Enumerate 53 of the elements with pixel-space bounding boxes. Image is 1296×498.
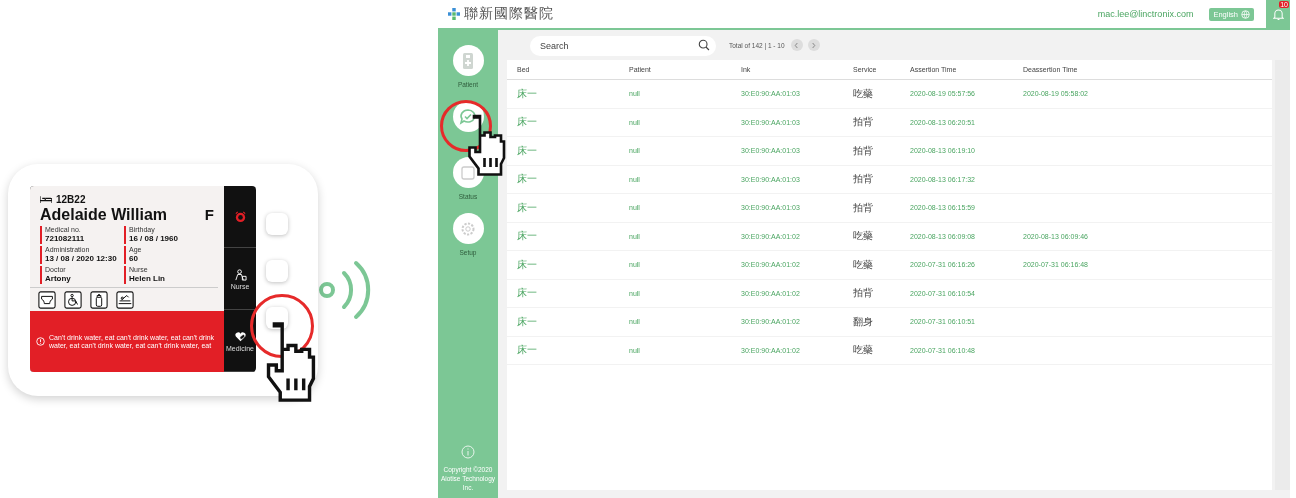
table-cell-text: 床一 <box>517 115 538 130</box>
table-cell-text: 床一 <box>517 172 538 187</box>
table-cell-text: 吃藥 <box>853 257 874 272</box>
table-cell-text: 床一 <box>517 286 538 301</box>
search-icon[interactable] <box>698 39 710 51</box>
bottle-icon <box>90 291 108 309</box>
table-cell-text: 床一 <box>517 200 538 215</box>
table-cell-text: 拍背 <box>853 143 874 158</box>
next-page-button[interactable] <box>807 39 820 51</box>
table-cell-text: 翻身 <box>853 314 874 329</box>
info-icon[interactable] <box>461 445 475 459</box>
user-email[interactable]: mac.lee@linctronix.com <box>1097 9 1194 19</box>
bed-icon <box>40 196 52 203</box>
table-cell-text: 拍背 <box>853 286 874 301</box>
chat-check-icon <box>458 106 478 127</box>
field-value: 60 <box>129 254 139 264</box>
field-value: 16 / 08 / 1960 <box>129 234 179 244</box>
bell-icon <box>1272 7 1284 21</box>
bed-number: 12B22 <box>56 194 86 205</box>
nurse-icon <box>233 267 247 281</box>
field-value: 721082111 <box>45 234 86 244</box>
table-cell-text: 吃藥 <box>853 229 874 244</box>
table-cell-text: 床一 <box>517 314 538 329</box>
patient-bed-icon <box>116 291 134 309</box>
alarm-icon <box>233 210 247 223</box>
field-value: 13 / 08 / 2020 12:30 <box>45 254 118 264</box>
diaper-icon <box>38 291 56 309</box>
table-cell-text: 床一 <box>517 143 538 158</box>
chevron-right-icon <box>811 41 817 49</box>
table-cell-text: 床一 <box>517 343 538 358</box>
heart-pill-icon <box>233 329 247 343</box>
table-cell-text: 吃藥 <box>853 86 874 101</box>
field-value: Artony <box>45 274 72 284</box>
table-cell-text: 床一 <box>517 257 538 272</box>
patient-nav-button[interactable] <box>452 45 484 76</box>
search-field[interactable]: Search <box>530 36 716 56</box>
wheelchair-icon <box>64 291 82 309</box>
previous-page-button[interactable] <box>790 39 803 51</box>
patient-sex: F <box>204 206 214 224</box>
patient-name: Adelaide William <box>40 206 167 224</box>
hospital-name: 聯新國際醫院 <box>464 5 554 23</box>
table-cell-text: 拍背 <box>853 200 874 215</box>
field-value: Helen Lin <box>129 274 166 284</box>
setup-nav-button[interactable] <box>452 213 484 244</box>
chevron-left-icon <box>794 41 800 49</box>
table-cell-text: 拍背 <box>853 172 874 187</box>
table-cell-text: 床一 <box>517 229 538 244</box>
table-cell-text: 拍背 <box>853 115 874 130</box>
table-cell-text: 吃藥 <box>853 343 874 358</box>
table-cell-text: 床一 <box>517 86 538 101</box>
globe-icon <box>1241 9 1250 19</box>
cross-logo-icon <box>448 8 460 20</box>
warning-icon <box>36 337 45 346</box>
